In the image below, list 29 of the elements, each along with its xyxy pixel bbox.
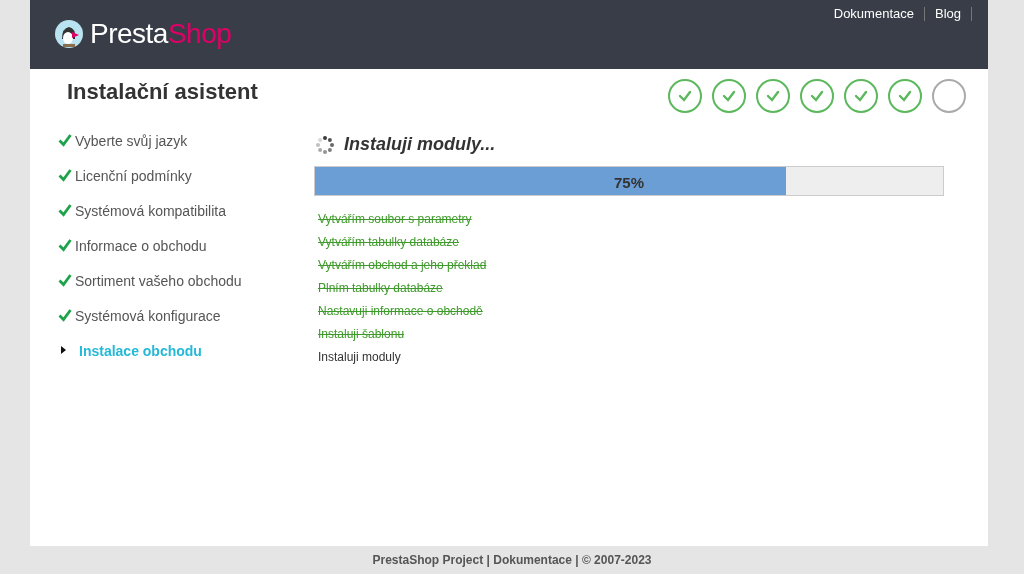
check-icon xyxy=(58,306,72,322)
spinner-icon xyxy=(314,133,336,156)
task-item: Vytvářím soubor s parametry xyxy=(318,211,473,228)
check-icon xyxy=(58,236,72,252)
page-title: Instalační asistent xyxy=(67,79,258,106)
sidebar-item[interactable]: Vyberte svůj jazyk xyxy=(58,131,314,166)
task-item: Vytvářím obchod a jeho překlad xyxy=(318,257,488,274)
sidebar-item[interactable]: Systémová kompatibilita xyxy=(58,201,314,236)
sidebar-item[interactable]: Sortiment vašeho obchodu xyxy=(58,271,314,306)
task-item: Vytvářím tabulky databáze xyxy=(318,234,460,251)
task-item: Plním tabulky databáze xyxy=(318,280,444,297)
header-link[interactable]: Blog xyxy=(924,7,972,21)
task-item: Nastavuji informace o obchodě xyxy=(318,303,484,320)
progress-reading: 75% xyxy=(613,173,645,193)
task-item: Instaluji moduly xyxy=(318,349,402,366)
check-icon xyxy=(58,131,72,147)
footer-text: PrestaShop Project | Dokumentace | © 2007-2023 xyxy=(372,552,652,569)
puffin-icon xyxy=(54,19,84,49)
caret-icon xyxy=(61,346,66,354)
sidebar-item[interactable]: Informace o obchodu xyxy=(58,236,314,271)
check-icon xyxy=(58,271,72,287)
install-heading: Instaluji moduly... xyxy=(344,133,496,156)
task-item: Instaluji šablonu xyxy=(318,326,406,343)
check-icon xyxy=(58,201,72,217)
sidebar-item[interactable]: Licenční podmínky xyxy=(58,166,314,201)
sidebar-item[interactable]: Systémová konfigurace xyxy=(58,306,314,341)
check-icon xyxy=(58,166,72,182)
header-link[interactable]: Dokumentace xyxy=(823,7,925,21)
logo: PrestaShop xyxy=(54,18,232,50)
